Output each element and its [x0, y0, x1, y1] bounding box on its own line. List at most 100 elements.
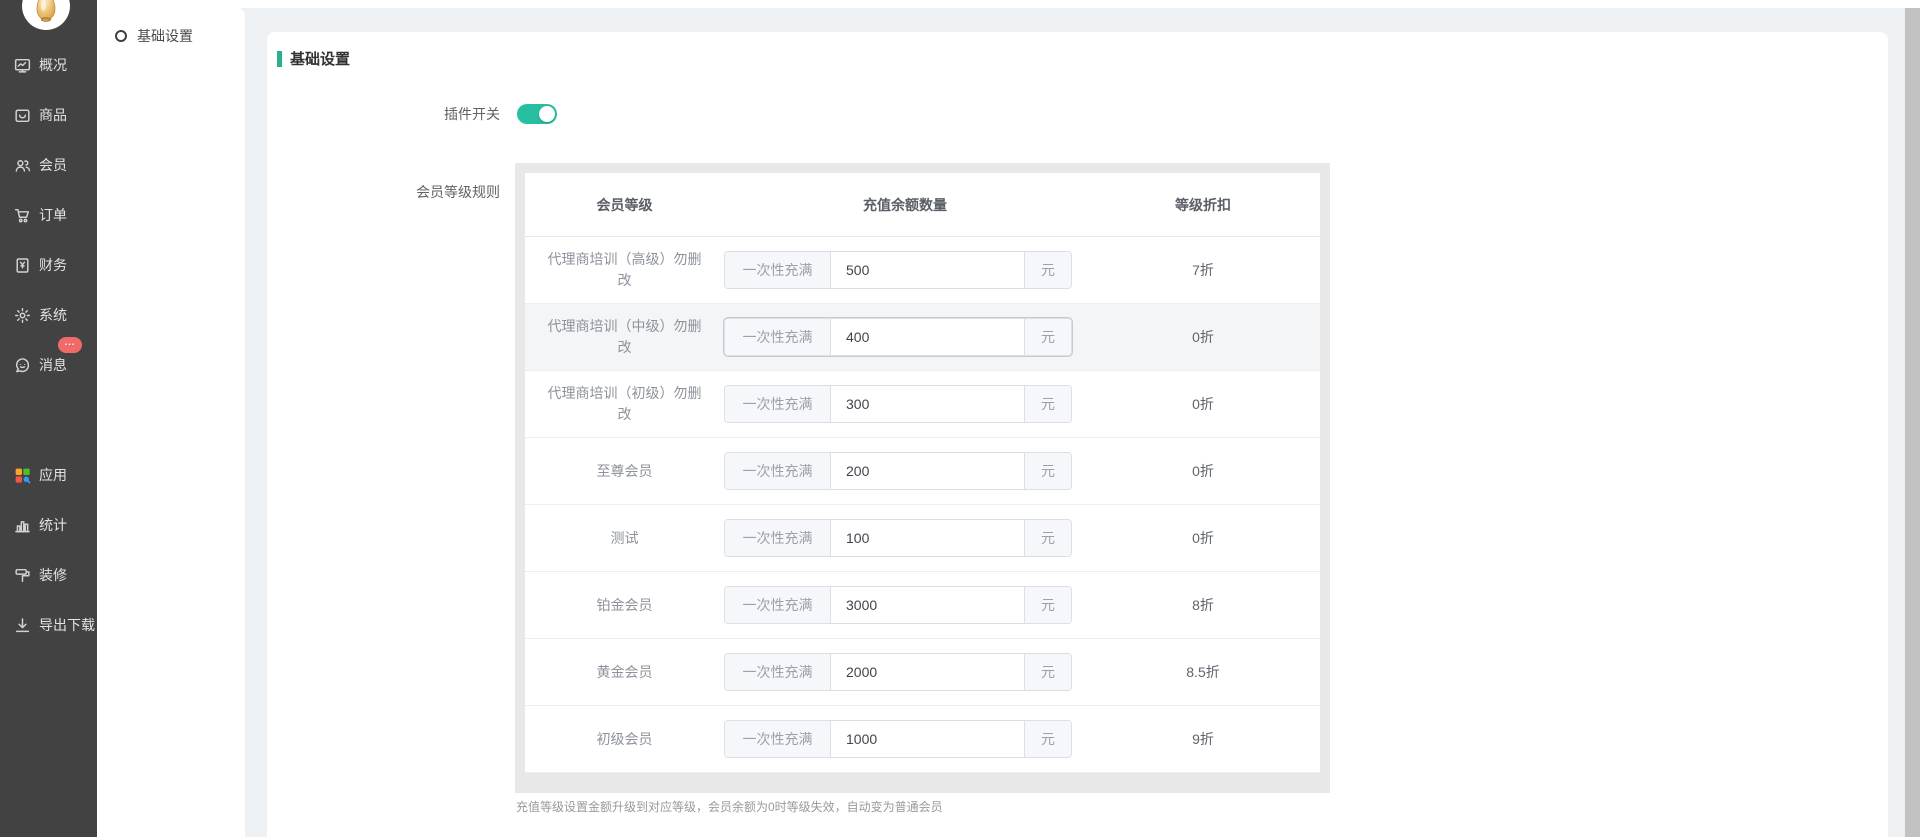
- cell-recharge-amount: 一次性充满 元: [724, 251, 1086, 289]
- table-row: 代理商培训（高级）勿删改 一次性充满 元 7折: [525, 237, 1320, 304]
- sidebar-item-label: 导出下载: [39, 615, 95, 635]
- amount-input-group: 一次性充满 元: [724, 251, 1072, 289]
- settings-card: 基础设置 插件开关 会员等级规则 会员等级 充值余额数量 等级折扣 代理商培训（…: [267, 32, 1888, 837]
- cell-recharge-amount: 一次性充满 元: [724, 720, 1086, 758]
- amount-input[interactable]: [831, 319, 1024, 355]
- section-title: 基础设置: [277, 48, 350, 69]
- cell-level-discount: 8.5折: [1086, 662, 1320, 682]
- table-header-row: 会员等级 充值余额数量 等级折扣: [525, 173, 1320, 237]
- finance-icon: [13, 256, 32, 275]
- cell-recharge-amount: 一次性充满 元: [724, 653, 1086, 691]
- amount-input[interactable]: [831, 587, 1024, 623]
- input-suffix-label: 元: [1024, 453, 1071, 489]
- amount-input[interactable]: [831, 453, 1024, 489]
- input-suffix-label: 元: [1024, 520, 1071, 556]
- plugin-switch-label: 插件开关: [267, 104, 500, 124]
- amount-input[interactable]: [831, 386, 1024, 422]
- table-row: 初级会员 一次性充满 元 9折: [525, 706, 1320, 773]
- input-prefix-label: 一次性充满: [725, 319, 831, 355]
- cell-recharge-amount: 一次性充满 元: [724, 318, 1086, 356]
- brand-logo[interactable]: [22, 0, 70, 30]
- unread-badge: ...: [58, 337, 82, 353]
- input-prefix-label: 一次性充满: [725, 453, 831, 489]
- input-prefix-label: 一次性充满: [725, 654, 831, 690]
- input-prefix-label: 一次性充满: [725, 587, 831, 623]
- amount-input[interactable]: [831, 252, 1024, 288]
- toggle-knob: [539, 106, 555, 122]
- submenu-item-basic-settings[interactable]: 基础设置: [97, 18, 245, 54]
- sidebar-item-apps[interactable]: 应用: [0, 450, 97, 500]
- amount-input[interactable]: [831, 721, 1024, 757]
- cell-member-level: 至尊会员: [525, 461, 724, 482]
- submenu-item-label: 基础设置: [137, 26, 193, 46]
- vertical-scrollbar[interactable]: [1905, 8, 1920, 837]
- sidebar-item-system[interactable]: 系统: [0, 290, 97, 340]
- sidebar-item-export[interactable]: 导出下载: [0, 600, 97, 650]
- cell-level-discount: 9折: [1086, 729, 1320, 749]
- cell-level-discount: 7折: [1086, 260, 1320, 280]
- input-suffix-label: 元: [1024, 252, 1071, 288]
- cell-member-level: 黄金会员: [525, 662, 724, 683]
- amount-input[interactable]: [831, 520, 1024, 556]
- sidebar-menu: 概况 商品 会员 订单 财务 系统 消息 ... 应用 统计 装修 导出下载: [0, 40, 97, 650]
- table-body: 代理商培训（高级）勿删改 一次性充满 元 7折 代理商培训（中级）勿删改 一次性…: [525, 237, 1320, 773]
- sidebar-item-stats[interactable]: 统计: [0, 500, 97, 550]
- input-suffix-label: 元: [1024, 386, 1071, 422]
- amount-input-group: 一次性充满 元: [724, 385, 1072, 423]
- gourd-logo-icon: [22, 0, 70, 30]
- export-icon: [13, 616, 32, 635]
- overview-icon: [13, 56, 32, 75]
- table-row: 铂金会员 一次性充满 元 8折: [525, 572, 1320, 639]
- sidebar-item-label: 订单: [39, 205, 67, 225]
- rules-note: 充值等级设置金额升级到对应等级，会员余额为0时等级失效，自动变为普通会员: [516, 798, 943, 815]
- cell-level-discount: 0折: [1086, 327, 1320, 347]
- primary-sidebar: 概况 商品 会员 订单 财务 系统 消息 ... 应用 统计 装修 导出下载: [0, 0, 97, 837]
- input-prefix-label: 一次性充满: [725, 520, 831, 556]
- amount-input-group: 一次性充满 元: [724, 519, 1072, 557]
- input-suffix-label: 元: [1024, 319, 1071, 355]
- cell-level-discount: 8折: [1086, 595, 1320, 615]
- sidebar-item-label: 会员: [39, 155, 67, 175]
- sidebar-item-label: 统计: [39, 515, 67, 535]
- title-accent-bar: [277, 51, 282, 67]
- table-row: 代理商培训（初级）勿删改 一次性充满 元 0折: [525, 371, 1320, 438]
- cell-recharge-amount: 一次性充满 元: [724, 385, 1086, 423]
- sidebar-item-label: 概况: [39, 55, 67, 75]
- top-strip: [97, 0, 1920, 8]
- sidebar-item-finance[interactable]: 财务: [0, 240, 97, 290]
- header-recharge-amount: 充值余额数量: [724, 195, 1086, 215]
- cell-member-level: 代理商培训（中级）勿删改: [525, 316, 724, 358]
- table-row: 测试 一次性充满 元 0折: [525, 505, 1320, 572]
- level-rules-table: 会员等级 充值余额数量 等级折扣 代理商培训（高级）勿删改 一次性充满 元 7折…: [525, 173, 1320, 773]
- cell-member-level: 铂金会员: [525, 595, 724, 616]
- sidebar-item-label: 应用: [39, 465, 67, 485]
- amount-input-group: 一次性充满 元: [724, 720, 1072, 758]
- sidebar-item-overview[interactable]: 概况: [0, 40, 97, 90]
- cell-recharge-amount: 一次性充满 元: [724, 586, 1086, 624]
- sidebar-item-orders[interactable]: 订单: [0, 190, 97, 240]
- input-prefix-label: 一次性充满: [725, 386, 831, 422]
- sidebar-item-goods[interactable]: 商品: [0, 90, 97, 140]
- apps-icon: [13, 466, 32, 485]
- amount-input[interactable]: [831, 654, 1024, 690]
- input-prefix-label: 一次性充满: [725, 252, 831, 288]
- amount-input-group: 一次性充满 元: [724, 318, 1072, 356]
- level-rules-label: 会员等级规则: [267, 182, 500, 202]
- sidebar-item-messages[interactable]: 消息 ...: [0, 340, 97, 390]
- secondary-sidebar: 基础设置: [97, 8, 245, 837]
- table-row: 代理商培训（中级）勿删改 一次性充满 元 0折: [525, 304, 1320, 371]
- cell-member-level: 测试: [525, 528, 724, 549]
- amount-input-group: 一次性充满 元: [724, 586, 1072, 624]
- cell-level-discount: 0折: [1086, 528, 1320, 548]
- sidebar-item-decorate[interactable]: 装修: [0, 550, 97, 600]
- amount-input-group: 一次性充满 元: [724, 452, 1072, 490]
- sidebar-item-label: 商品: [39, 105, 67, 125]
- sidebar-item-members[interactable]: 会员: [0, 140, 97, 190]
- sidebar-item-label: 财务: [39, 255, 67, 275]
- input-suffix-label: 元: [1024, 587, 1071, 623]
- plugin-switch-toggle[interactable]: [517, 104, 557, 124]
- cell-level-discount: 0折: [1086, 461, 1320, 481]
- amount-input-group: 一次性充满 元: [724, 653, 1072, 691]
- header-member-level: 会员等级: [525, 195, 724, 215]
- section-title-text: 基础设置: [290, 48, 350, 69]
